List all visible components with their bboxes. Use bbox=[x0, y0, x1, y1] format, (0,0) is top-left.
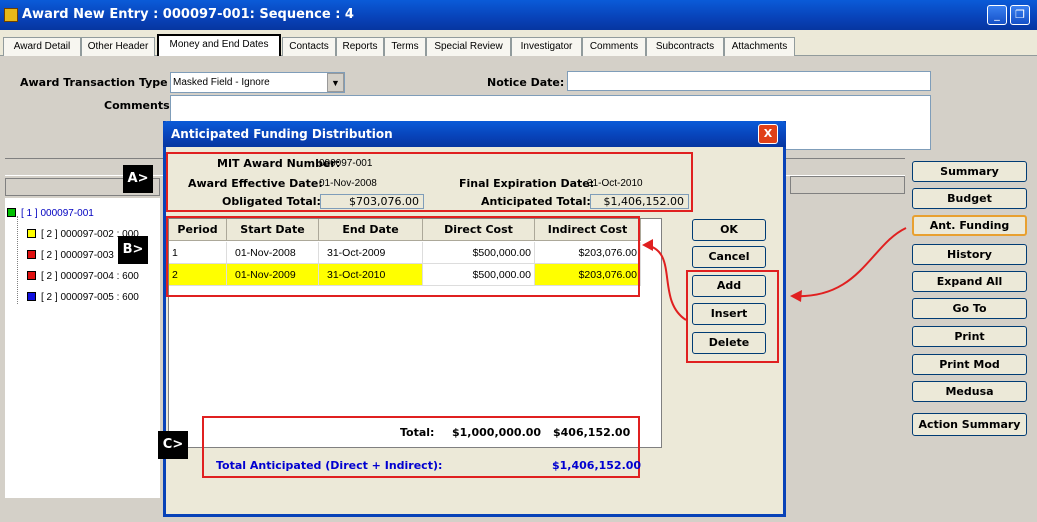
arrow-to-grid bbox=[644, 244, 687, 321]
annotation-arrows bbox=[642, 227, 907, 321]
arrow-ant-funding bbox=[791, 227, 907, 298]
arrow-head bbox=[642, 239, 653, 251]
arrow-head bbox=[790, 290, 802, 302]
